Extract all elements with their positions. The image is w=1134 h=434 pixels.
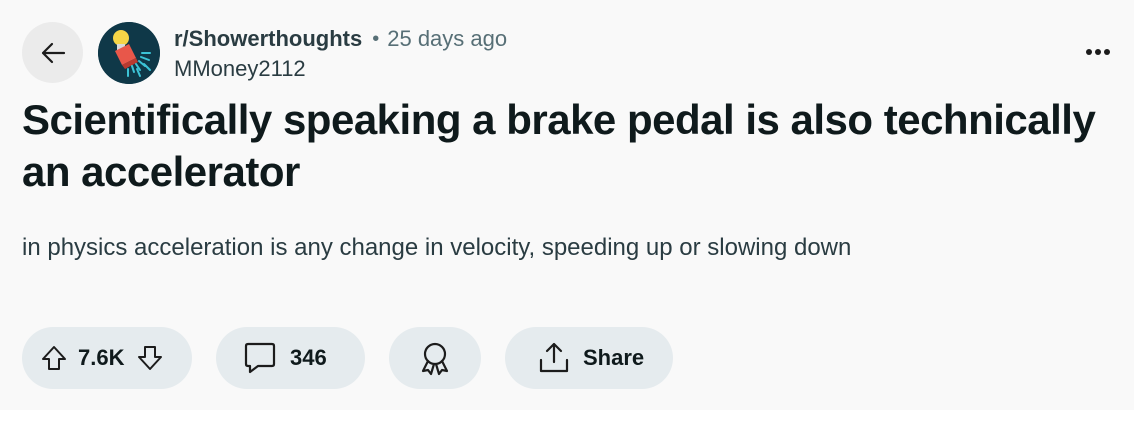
subreddit-avatar[interactable]: [98, 22, 160, 84]
post-body: in physics acceleration is any change in…: [22, 234, 852, 261]
post-actions-bar: 7.6K 346 Share: [22, 327, 673, 389]
post-container: r/Showerthoughts • 25 days ago MMoney211…: [0, 0, 1134, 410]
more-dots-icon: [1085, 48, 1111, 56]
vote-pill: 7.6K: [22, 327, 192, 389]
vote-score: 7.6K: [78, 345, 125, 370]
speech-bubble-icon: [242, 340, 278, 376]
comment-count: 346: [290, 345, 327, 370]
award-ribbon-icon: [417, 340, 453, 376]
share-arrow-icon: [537, 340, 571, 376]
separator-dot: •: [372, 27, 380, 50]
author-link[interactable]: MMoney2112: [174, 56, 507, 82]
arrow-down-outline-icon: [135, 343, 165, 373]
more-options-button[interactable]: [1076, 30, 1120, 74]
post-meta: r/Showerthoughts • 25 days ago MMoney211…: [174, 24, 507, 84]
back-button[interactable]: [22, 22, 83, 83]
lightbulb-shower-icon: [98, 22, 160, 84]
upvote-button[interactable]: [34, 338, 74, 378]
subreddit-link[interactable]: r/Showerthoughts: [174, 26, 362, 52]
share-button[interactable]: Share: [505, 327, 673, 389]
downvote-button[interactable]: [130, 338, 170, 378]
arrow-left-icon: [38, 38, 68, 68]
post-timestamp: 25 days ago: [387, 26, 508, 51]
arrow-up-outline-icon: [39, 343, 69, 373]
post-title: Scientifically speaking a brake pedal is…: [22, 96, 1096, 195]
meta-line: r/Showerthoughts • 25 days ago: [174, 24, 507, 54]
share-label: Share: [583, 345, 645, 370]
comments-button[interactable]: 346: [216, 327, 365, 389]
page-bottom-area: [0, 410, 1134, 434]
award-button[interactable]: [389, 327, 481, 389]
